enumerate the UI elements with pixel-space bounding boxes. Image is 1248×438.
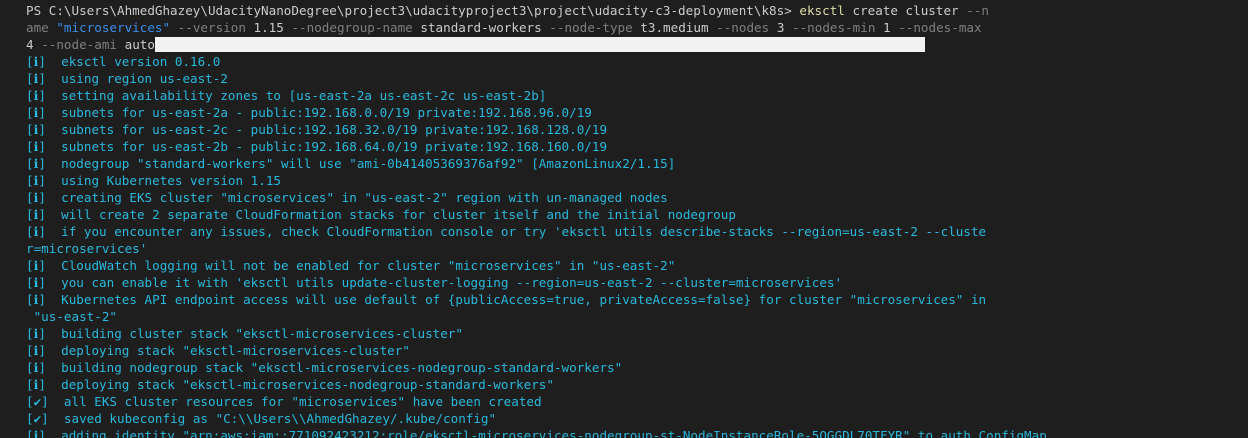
output-line: [ℹ] adding identity "arn:aws:iam::771092…: [0, 427, 1248, 438]
output-text: building cluster stack "eksctl-microserv…: [61, 326, 463, 341]
command-flag: ame: [26, 20, 49, 35]
output-text: Kubernetes API endpoint access will use …: [61, 292, 987, 307]
command-flag: --node-ami: [41, 37, 118, 52]
output-line: [✔] all EKS cluster resources for "micro…: [0, 393, 1248, 410]
command-flag: --n: [966, 3, 989, 18]
success-tag: [✔]: [26, 394, 49, 409]
command-flag: --node-type: [549, 20, 633, 35]
info-tag: [ℹ]: [26, 122, 46, 137]
output-line: [ℹ] CloudWatch logging will not be enabl…: [0, 257, 1248, 274]
command-line-2: ame "microservices" --version 1.15 --nod…: [0, 19, 1248, 36]
output-line: [ℹ] creating EKS cluster "microservices"…: [0, 189, 1248, 206]
command-line-1: PS C:\Users\AhmedGhazey\UdacityNanoDegre…: [0, 2, 1248, 19]
output-line: [ℹ] building nodegroup stack "eksctl-mic…: [0, 359, 1248, 376]
command-output: [ℹ] eksctl version 0.16.0 [ℹ] using regio…: [0, 53, 1248, 438]
command-flag: --nodegroup-name: [291, 20, 413, 35]
command-flag: --nodes: [716, 20, 770, 35]
output-text: subnets for us-east-2c - public:192.168.…: [61, 122, 608, 137]
info-tag: [ℹ]: [26, 88, 46, 103]
output-line: "us-east-2": [0, 308, 1248, 325]
output-line: r=microservices': [0, 240, 1248, 257]
output-text: all EKS cluster resources for "microserv…: [63, 394, 542, 409]
output-line: [ℹ] nodegroup "standard-workers" will us…: [0, 155, 1248, 172]
output-line: [ℹ] deploying stack "eksctl-microservice…: [0, 376, 1248, 393]
info-tag: [ℹ]: [26, 343, 46, 358]
output-line: [ℹ] if you encounter any issues, check C…: [0, 223, 1248, 240]
output-line: [✔] saved kubeconfig as "C:\\Users\\Ahme…: [0, 410, 1248, 427]
command-executable: eksctl: [799, 3, 845, 18]
command-value: 4: [26, 37, 34, 52]
output-text: building nodegroup stack "eksctl-microse…: [61, 360, 623, 375]
command-value: standard-workers: [420, 20, 542, 35]
output-line: [ℹ] you can enable it with 'eksctl utils…: [0, 274, 1248, 291]
output-text: CloudWatch logging will not be enabled f…: [61, 258, 676, 273]
output-text: using Kubernetes version 1.15: [61, 173, 282, 188]
output-text: will create 2 separate CloudFormation st…: [61, 207, 736, 222]
output-text: deploying stack "eksctl-microservices-no…: [61, 377, 554, 392]
info-tag: [ℹ]: [26, 207, 46, 222]
output-line: [ℹ] subnets for us-east-2c - public:192.…: [0, 121, 1248, 138]
output-line: [ℹ] setting availability zones to [us-ea…: [0, 87, 1248, 104]
output-line: [ℹ] eksctl version 0.16.0: [0, 53, 1248, 70]
info-tag: [ℹ]: [26, 71, 46, 86]
command-string: "microservices": [56, 20, 171, 35]
command-value: 1: [883, 20, 891, 35]
terminal-window[interactable]: PS C:\Users\AhmedGhazey\UdacityNanoDegre…: [0, 0, 1248, 438]
command-flag: --nodes-min: [792, 20, 876, 35]
command-value: auto: [124, 37, 155, 52]
command-line-3: 4 --node-ami auto: [0, 36, 1248, 53]
info-tag: [ℹ]: [26, 292, 46, 307]
output-text: deploying stack "eksctl-microservices-cl…: [61, 343, 410, 358]
command-value: t3.medium: [640, 20, 709, 35]
info-tag: [ℹ]: [26, 105, 46, 120]
info-tag: [ℹ]: [26, 54, 46, 69]
info-tag: [ℹ]: [26, 258, 46, 273]
output-line: [ℹ] Kubernetes API endpoint access will …: [0, 291, 1248, 308]
output-line: [ℹ] deploying stack "eksctl-microservice…: [0, 342, 1248, 359]
info-tag: [ℹ]: [26, 360, 46, 375]
output-line: [ℹ] subnets for us-east-2a - public:192.…: [0, 104, 1248, 121]
command-flag: --version: [177, 20, 246, 35]
output-text: creating EKS cluster "microservices" in …: [61, 190, 668, 205]
output-text: using region us-east-2: [61, 71, 228, 86]
output-text: setting availability zones to [us-east-2…: [61, 88, 547, 103]
output-text: adding identity "arn:aws:iam::7710924232…: [61, 428, 1047, 438]
output-line: [ℹ] using Kubernetes version 1.15: [0, 172, 1248, 189]
output-line: [ℹ] building cluster stack "eksctl-micro…: [0, 325, 1248, 342]
output-text: saved kubeconfig as "C:\\Users\\AhmedGha…: [63, 411, 497, 426]
prompt-path: PS C:\Users\AhmedGhazey\UdacityNanoDegre…: [26, 3, 792, 18]
info-tag: [ℹ]: [26, 224, 46, 239]
command-flag: --nodes-max: [898, 20, 982, 35]
info-tag: [ℹ]: [26, 173, 46, 188]
command-args: create cluster: [852, 3, 959, 18]
selection-highlight: [154, 37, 925, 52]
info-tag: [ℹ]: [26, 139, 46, 154]
info-tag: [ℹ]: [26, 326, 46, 341]
output-text: eksctl version 0.16.0: [61, 54, 221, 69]
command-value: 1.15: [253, 20, 284, 35]
command-value: 3: [776, 20, 785, 35]
output-line: [ℹ] using region us-east-2: [0, 70, 1248, 87]
info-tag: [ℹ]: [26, 377, 46, 392]
output-text: r=microservices': [26, 241, 148, 256]
output-text: subnets for us-east-2b - public:192.168.…: [61, 139, 608, 154]
output-text: you can enable it with 'eksctl utils upd…: [61, 275, 843, 290]
output-text: nodegroup "standard-workers" will use "a…: [61, 156, 676, 171]
info-tag: [ℹ]: [26, 275, 46, 290]
info-tag: [ℹ]: [26, 428, 46, 438]
output-line: [ℹ] will create 2 separate CloudFormatio…: [0, 206, 1248, 223]
output-text: "us-east-2": [26, 309, 117, 324]
info-tag: [ℹ]: [26, 156, 46, 171]
success-tag: [✔]: [26, 411, 49, 426]
output-text: subnets for us-east-2a - public:192.168.…: [61, 105, 592, 120]
output-line: [ℹ] subnets for us-east-2b - public:192.…: [0, 138, 1248, 155]
output-text: if you encounter any issues, check Cloud…: [61, 224, 987, 239]
info-tag: [ℹ]: [26, 190, 46, 205]
